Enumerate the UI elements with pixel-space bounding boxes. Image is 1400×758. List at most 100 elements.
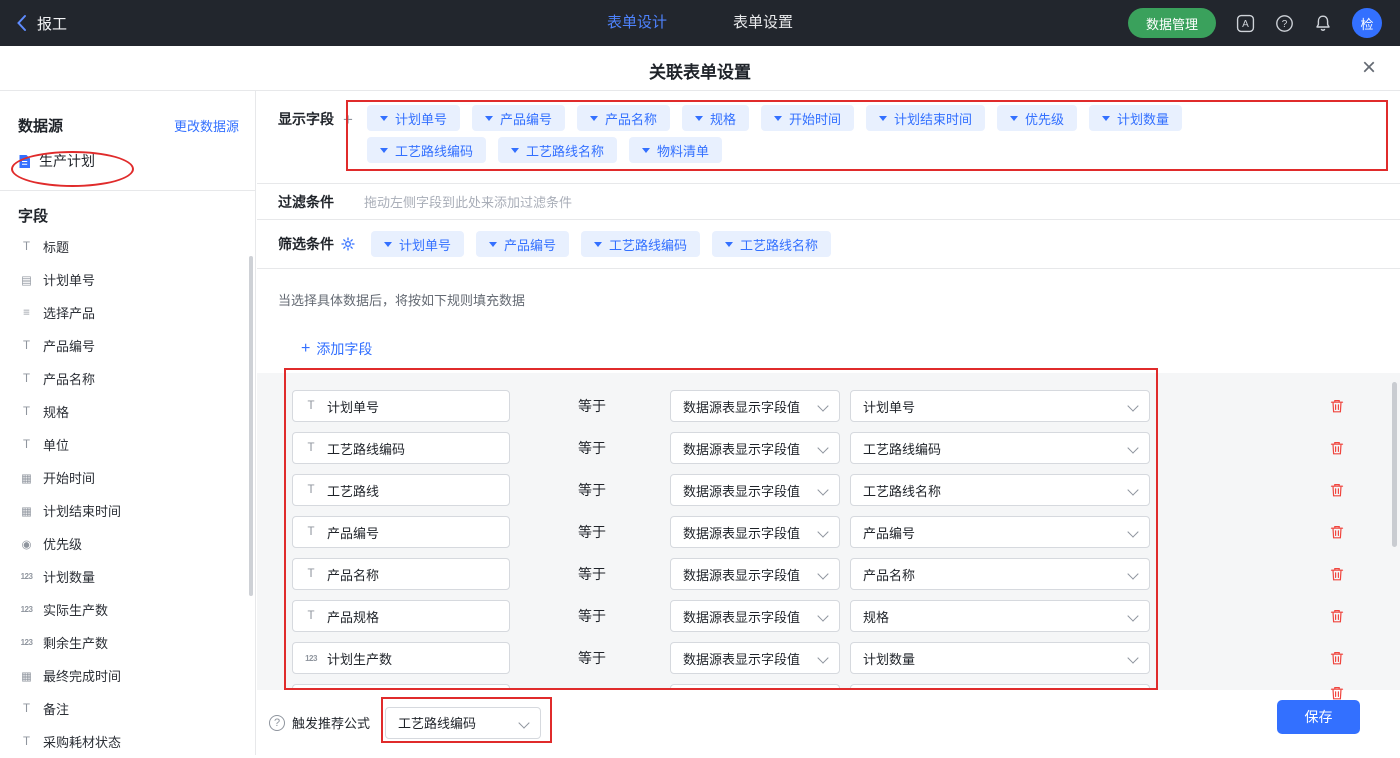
fill-rule-row: 123 计划生产数 等于 数据源表显示字段值 计划数量 bbox=[257, 637, 1400, 679]
field-chip[interactable]: 规格 bbox=[682, 105, 749, 131]
field-label: 备注 bbox=[43, 699, 69, 718]
save-button[interactable]: 保存 bbox=[1277, 700, 1360, 734]
avatar[interactable]: 检 bbox=[1352, 8, 1382, 38]
sidebar-field-item[interactable]: ▦ 最终完成时间 bbox=[0, 659, 255, 692]
field-chip[interactable]: 计划单号 bbox=[371, 231, 464, 257]
field-chip[interactable]: 计划数量 bbox=[1089, 105, 1182, 131]
add-display-field-button[interactable]: + bbox=[343, 111, 353, 128]
sidebar-field-item[interactable]: T 标题 bbox=[0, 230, 255, 263]
field-chip[interactable]: 工艺路线编码 bbox=[367, 137, 486, 163]
field-chip[interactable]: 计划单号 bbox=[367, 105, 460, 131]
sidebar-field-item[interactable]: ▤ 计划单号 bbox=[0, 263, 255, 296]
source-type-select[interactable]: 数据源表显示字段值 bbox=[670, 390, 840, 422]
field-chip[interactable]: 产品编号 bbox=[472, 105, 565, 131]
target-field-label: 产品编号 bbox=[327, 523, 379, 542]
field-label: 采购耗材状态 bbox=[43, 732, 121, 751]
source-field-select[interactable]: 工艺路线名称 bbox=[850, 474, 1150, 506]
source-field-select[interactable]: 产品名称 bbox=[850, 558, 1150, 590]
app-title: 报工 bbox=[37, 13, 67, 34]
trigger-field-select[interactable]: 工艺路线编码 bbox=[385, 707, 541, 739]
field-chip[interactable]: 物料清单 bbox=[629, 137, 722, 163]
source-type-select[interactable]: 数据源表显示字段值 bbox=[670, 558, 840, 590]
source-field-select[interactable]: 规格 bbox=[850, 600, 1150, 632]
source-field-select[interactable]: 计划数量 bbox=[850, 642, 1150, 674]
tab-form-design[interactable]: 表单设计 bbox=[607, 0, 667, 46]
target-field-input[interactable]: T 产品编号 bbox=[292, 516, 510, 548]
bell-icon[interactable] bbox=[1314, 14, 1332, 32]
delete-row-button[interactable] bbox=[1329, 440, 1345, 456]
field-chip[interactable]: 产品编号 bbox=[476, 231, 569, 257]
field-chip[interactable]: 开始时间 bbox=[761, 105, 854, 131]
source-type-select[interactable]: 数据源表显示字段值 bbox=[670, 474, 840, 506]
sidebar-scrollbar[interactable] bbox=[249, 256, 253, 596]
filter-dropzone[interactable]: 拖动左侧字段到此处来添加过滤条件 bbox=[364, 192, 572, 211]
change-datasource-link[interactable]: 更改数据源 bbox=[174, 116, 239, 135]
field-type-icon: ◉ bbox=[18, 537, 35, 551]
delete-row-button[interactable] bbox=[1329, 566, 1345, 582]
source-type-select[interactable]: 数据源表显示字段值 bbox=[670, 516, 840, 548]
chevron-down-icon bbox=[879, 116, 887, 121]
target-field-input[interactable]: T 工艺路线 bbox=[292, 474, 510, 506]
target-field-input[interactable]: T 产品规格 bbox=[292, 600, 510, 632]
sidebar-field-item[interactable]: 123 实际生产数 bbox=[0, 593, 255, 626]
field-chip[interactable]: 产品名称 bbox=[577, 105, 670, 131]
field-type-icon: T bbox=[18, 373, 35, 385]
field-chip[interactable]: 计划结束时间 bbox=[866, 105, 985, 131]
target-field-input[interactable]: 123 计划生产数 bbox=[292, 642, 510, 674]
field-chip[interactable]: 工艺路线编码 bbox=[581, 231, 700, 257]
field-type-icon: 123 bbox=[18, 572, 35, 581]
display-field-chips: 计划单号 产品编号 产品名称 规格 开始时间 计划结束时间 优先级 计划数量 工… bbox=[367, 105, 1307, 163]
field-chip[interactable]: 优先级 bbox=[997, 105, 1077, 131]
datasource-item[interactable]: 生产计划 bbox=[0, 142, 255, 180]
fill-rule-row: T 工艺路线 等于 数据源表显示字段值 工艺路线名称 bbox=[257, 469, 1400, 511]
field-label: 选择产品 bbox=[43, 303, 95, 322]
chevron-down-icon bbox=[380, 148, 388, 153]
source-type-select[interactable]: 数据源表显示字段值 bbox=[670, 432, 840, 464]
rules-scrollbar[interactable] bbox=[1392, 382, 1397, 547]
field-chip[interactable]: 工艺路线名称 bbox=[498, 137, 617, 163]
field-chip[interactable]: 工艺路线名称 bbox=[712, 231, 831, 257]
target-field-input[interactable]: T 产品名称 bbox=[292, 558, 510, 590]
chevron-down-icon bbox=[511, 148, 519, 153]
source-type-select[interactable]: 数据源表显示字段值 bbox=[670, 642, 840, 674]
help-icon[interactable]: ? bbox=[1275, 14, 1294, 33]
equals-label: 等于 bbox=[578, 438, 608, 458]
translate-icon[interactable]: A bbox=[1236, 14, 1255, 33]
sidebar-field-item[interactable]: 123 计划数量 bbox=[0, 560, 255, 593]
source-type-select[interactable]: 数据源表显示字段值 bbox=[670, 600, 840, 632]
delete-row-button[interactable] bbox=[1329, 650, 1345, 666]
source-field-select[interactable]: 产品编号 bbox=[850, 516, 1150, 548]
chevron-down-icon bbox=[590, 116, 598, 121]
sidebar-field-item[interactable]: T 备注 bbox=[0, 692, 255, 725]
source-field-select[interactable]: 计划单号 bbox=[850, 390, 1150, 422]
add-field-link[interactable]: + 添加字段 bbox=[301, 339, 372, 359]
delete-row-button[interactable] bbox=[1329, 398, 1345, 414]
delete-row-button[interactable] bbox=[1329, 685, 1345, 706]
chip-label: 产品编号 bbox=[500, 109, 552, 128]
close-icon[interactable]: × bbox=[1362, 54, 1376, 82]
delete-row-button[interactable] bbox=[1329, 608, 1345, 624]
field-label: 计划数量 bbox=[43, 567, 95, 586]
target-field-input[interactable]: T 工艺路线编码 bbox=[292, 432, 510, 464]
target-field-input[interactable]: T 计划单号 bbox=[292, 390, 510, 422]
back-button[interactable] bbox=[16, 14, 27, 32]
document-icon bbox=[18, 154, 31, 169]
sidebar-field-item[interactable]: T 规格 bbox=[0, 395, 255, 428]
sidebar-field-item[interactable]: T 产品编号 bbox=[0, 329, 255, 362]
source-field-select[interactable]: 工艺路线编码 bbox=[850, 432, 1150, 464]
sidebar-field-item[interactable]: ◉ 优先级 bbox=[0, 527, 255, 560]
delete-row-button[interactable] bbox=[1329, 524, 1345, 540]
gear-icon[interactable] bbox=[341, 237, 355, 251]
data-manage-button[interactable]: 数据管理 bbox=[1128, 8, 1216, 38]
delete-row-button[interactable] bbox=[1329, 482, 1345, 498]
chevron-down-icon bbox=[1102, 116, 1110, 121]
sidebar-field-item[interactable]: T 采购耗材状态 bbox=[0, 725, 255, 758]
sidebar-field-item[interactable]: ≡ 选择产品 bbox=[0, 296, 255, 329]
tab-form-settings[interactable]: 表单设置 bbox=[733, 0, 793, 46]
sidebar-field-item[interactable]: ▦ 计划结束时间 bbox=[0, 494, 255, 527]
sidebar-field-item[interactable]: T 产品名称 bbox=[0, 362, 255, 395]
sidebar-field-item[interactable]: T 单位 bbox=[0, 428, 255, 461]
sidebar-field-item[interactable]: ▦ 开始时间 bbox=[0, 461, 255, 494]
sidebar-field-item[interactable]: 123 剩余生产数 bbox=[0, 626, 255, 659]
field-list: T 标题 ▤ 计划单号 ≡ 选择产品 T 产品编号 T 产品名称 T 规格 T … bbox=[0, 230, 255, 758]
